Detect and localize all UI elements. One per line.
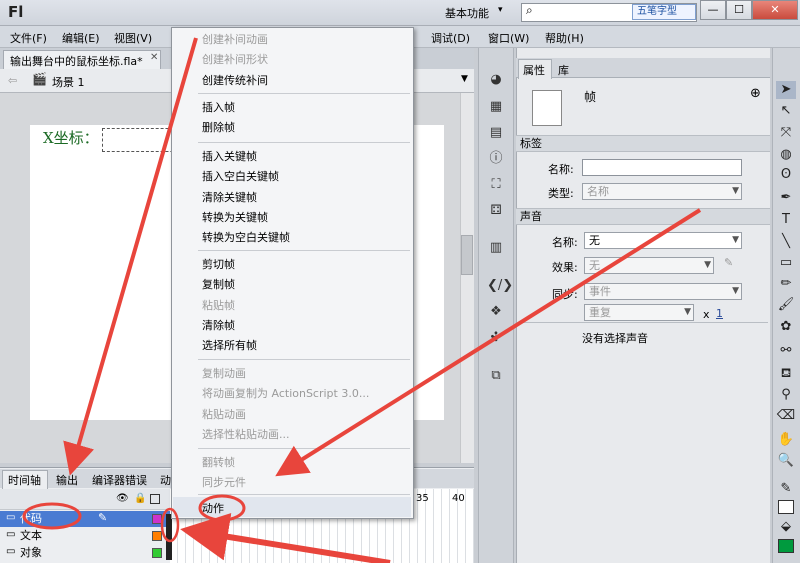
annotation-circle <box>160 507 180 543</box>
annotation-arrow <box>180 513 391 563</box>
annotation-circle <box>22 502 82 530</box>
annotation-overlay <box>22 37 702 563</box>
annotation-arrow <box>275 208 702 477</box>
annotation-arrow <box>63 37 198 476</box>
annotation-circle <box>198 494 246 522</box>
